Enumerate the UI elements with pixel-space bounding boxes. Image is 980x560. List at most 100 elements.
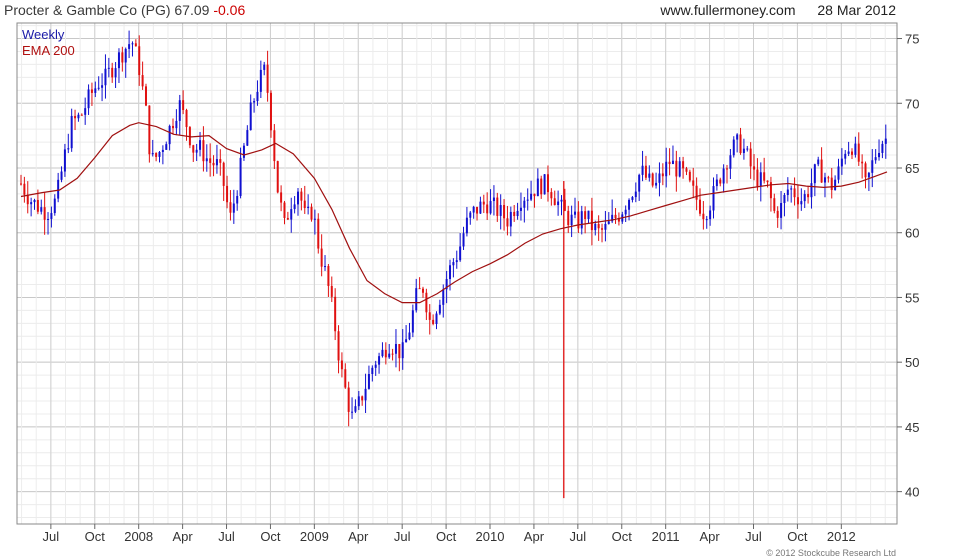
y-tick-label: 55	[905, 290, 919, 305]
candle-up	[50, 213, 53, 219]
candle-down	[702, 213, 705, 220]
candle-down	[212, 162, 215, 166]
candle-down	[266, 64, 269, 93]
candle-down	[219, 159, 222, 163]
candle-up	[67, 148, 70, 150]
candle-down	[276, 161, 279, 193]
candle-down	[20, 183, 22, 185]
y-tick-label: 70	[905, 96, 919, 111]
candle-up	[665, 161, 668, 177]
candle-down	[540, 178, 543, 195]
candle-down	[226, 185, 229, 203]
candle-down	[577, 211, 580, 229]
candle-up	[374, 364, 377, 368]
candle-up	[53, 198, 56, 214]
price-chart: 40 45 50 55 60 65 70 75 Jul Oct 2008 Apr Jul Oct 2009…	[16, 22, 919, 544]
x-tick-label: 2009	[300, 529, 329, 544]
candle-down	[121, 52, 124, 63]
candle-up	[881, 143, 884, 153]
candle-down	[682, 161, 685, 169]
candle-down	[229, 202, 232, 213]
candle-down	[550, 192, 553, 199]
candle-up	[840, 158, 843, 167]
candle-up	[256, 91, 259, 102]
candle-down	[26, 194, 29, 205]
candle-up	[874, 157, 877, 161]
candle-up	[199, 140, 202, 150]
candle-down	[337, 331, 340, 361]
candle-down	[807, 194, 810, 198]
candle-down	[391, 353, 394, 355]
legend-ema-200: EMA 200	[22, 43, 75, 58]
candle-up	[161, 149, 164, 153]
candle-up	[536, 178, 539, 197]
y-tick-label: 60	[905, 226, 919, 241]
candle-up	[415, 288, 418, 311]
candle-up	[705, 219, 708, 221]
candle-down	[398, 344, 401, 359]
candle-down	[668, 161, 671, 165]
candle-up	[63, 149, 66, 172]
candle-down	[182, 100, 185, 110]
candle-down	[361, 396, 364, 401]
candle-up	[641, 165, 644, 175]
candle-up	[671, 160, 674, 165]
candle-up	[293, 204, 296, 210]
candle-down	[796, 197, 799, 205]
x-tick-label: Jul	[394, 529, 411, 544]
candle-down	[601, 228, 604, 230]
candle-up	[678, 161, 681, 177]
candle-down	[753, 166, 756, 170]
candle-up	[823, 177, 826, 183]
candle-up	[469, 212, 472, 218]
grid-lines	[17, 23, 897, 524]
candle-up	[634, 191, 637, 198]
candle-up	[104, 68, 107, 86]
candle-up	[33, 199, 36, 203]
candle-up	[715, 179, 718, 187]
candle-down	[36, 199, 39, 212]
candle-down	[692, 180, 695, 186]
candle-up	[408, 332, 411, 340]
candle-down	[688, 171, 691, 181]
candle-down	[286, 217, 289, 220]
candle-up	[401, 342, 404, 359]
candle-up	[175, 120, 178, 129]
candle-down	[827, 177, 830, 179]
candle-up	[131, 43, 134, 45]
candle-up	[60, 171, 63, 180]
x-tick-label: 2008	[124, 529, 153, 544]
candle-down	[155, 153, 158, 157]
candle-up	[800, 201, 803, 205]
candle-down	[283, 202, 286, 218]
x-tick-label: Jul	[43, 529, 60, 544]
candle-up	[790, 188, 793, 190]
candle-up	[357, 396, 360, 407]
candle-down	[739, 134, 742, 154]
candle-up	[215, 159, 218, 166]
candle-up	[516, 210, 519, 217]
candle-up	[523, 200, 526, 208]
candle-up	[472, 206, 475, 213]
candle-down	[749, 148, 752, 167]
candle-up	[128, 44, 131, 49]
x-tick-label: Apr	[172, 529, 193, 544]
candle-up	[729, 155, 732, 169]
candle-up	[253, 101, 256, 103]
candle-down	[280, 192, 283, 203]
candle-up	[205, 158, 208, 162]
candle-down	[567, 210, 570, 226]
candle-down	[546, 174, 549, 193]
ema-200-line	[20, 122, 888, 304]
candle-down	[590, 210, 593, 231]
candle-up	[151, 153, 154, 155]
candle-up	[658, 173, 661, 183]
candle-down	[857, 143, 860, 162]
candle-down	[726, 168, 729, 170]
candle-down	[675, 160, 678, 177]
x-tick-label: Oct	[787, 529, 808, 544]
candle-up	[394, 344, 397, 354]
candle-up	[47, 218, 50, 220]
candle-down	[614, 214, 617, 219]
candle-up	[803, 194, 806, 202]
